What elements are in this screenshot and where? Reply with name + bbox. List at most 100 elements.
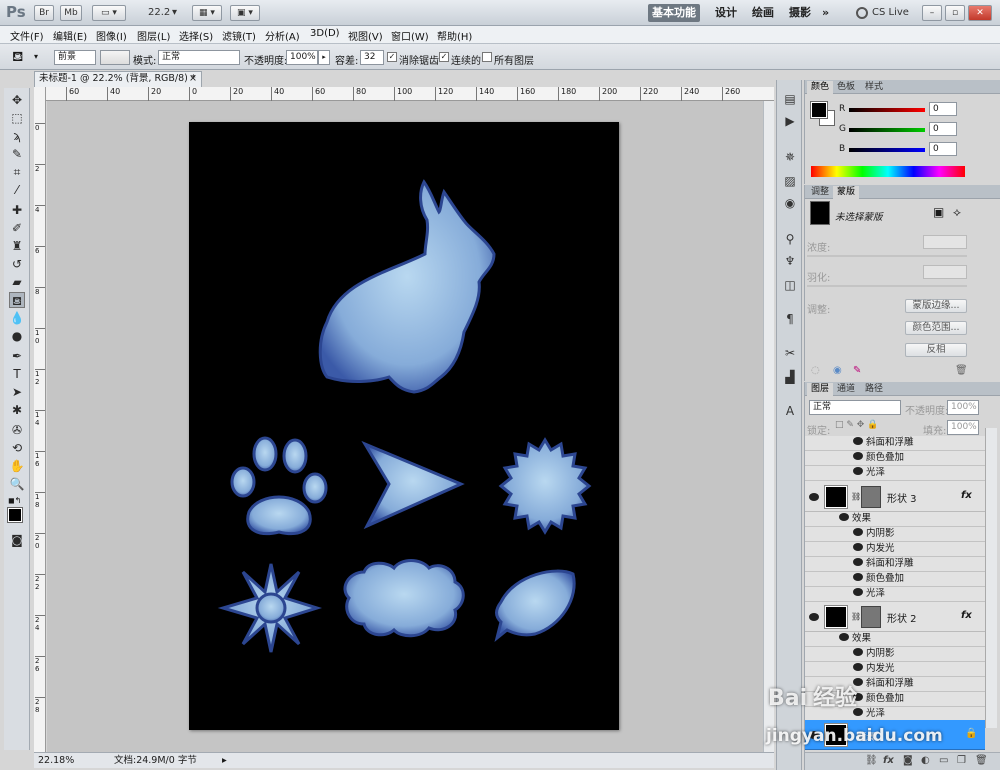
- effect-visibility-icon[interactable]: [853, 648, 863, 656]
- tolerance-input[interactable]: 32: [360, 50, 384, 65]
- minimize-button[interactable]: –: [922, 5, 942, 21]
- tab-paths[interactable]: 路径: [861, 383, 887, 396]
- opacity-slider-icon[interactable]: ▸: [318, 50, 330, 65]
- quick-mask-icon[interactable]: ◙: [9, 532, 25, 548]
- tab-swatches[interactable]: 色板: [833, 81, 859, 94]
- screen-mode-button[interactable]: ▣ ▾: [230, 5, 260, 21]
- mode-select[interactable]: 正常: [158, 50, 240, 65]
- effect-visibility-icon[interactable]: [839, 513, 849, 521]
- dodge-tool-icon[interactable]: ●: [9, 328, 25, 344]
- menu-window[interactable]: 窗口(W): [391, 28, 429, 43]
- layer-shape-2[interactable]: ⛓ 形状 2 fx: [805, 602, 985, 632]
- effects-group-row[interactable]: 效果: [805, 632, 985, 647]
- contiguous-checkbox[interactable]: ✓: [439, 52, 449, 62]
- effect-visibility-icon[interactable]: [853, 588, 863, 596]
- b-slider[interactable]: [849, 148, 925, 152]
- vector-mask-icon[interactable]: ⟡: [953, 205, 961, 220]
- layer-effect-row[interactable]: 光泽: [805, 587, 985, 602]
- 3d-rotate-icon[interactable]: ✇: [9, 422, 25, 438]
- fx-icon[interactable]: fx: [961, 610, 972, 621]
- tool-presets-icon[interactable]: ◫: [781, 276, 799, 294]
- effect-visibility-icon[interactable]: [853, 528, 863, 536]
- b-value[interactable]: 0: [929, 142, 957, 156]
- character-panel-icon[interactable]: ✂: [781, 344, 799, 362]
- pixel-mask-icon[interactable]: ▣: [933, 205, 944, 219]
- menu-view[interactable]: 视图(V): [348, 28, 383, 43]
- status-zoom[interactable]: 22.18%: [38, 754, 74, 768]
- color-spectrum-bar[interactable]: [811, 166, 965, 177]
- layers-scrollbar[interactable]: [985, 428, 997, 728]
- zoom-level[interactable]: 22.2: [148, 7, 170, 18]
- marquee-tool-icon[interactable]: ⬚: [9, 110, 25, 126]
- eyedropper-tool-icon[interactable]: ⁄: [9, 182, 25, 198]
- layer-effect-row[interactable]: 内发光: [805, 542, 985, 557]
- layer-opacity-input[interactable]: 100%: [947, 400, 979, 415]
- menu-filter[interactable]: 滤镜(T): [222, 28, 256, 43]
- bridge-button[interactable]: Br: [34, 5, 54, 21]
- hand-tool-icon[interactable]: ✋: [9, 458, 25, 474]
- tool-preset-dropdown-icon[interactable]: ▾: [34, 52, 38, 61]
- feather-slider[interactable]: [807, 285, 967, 287]
- pen-tool-icon[interactable]: ✒: [9, 348, 25, 364]
- actions-panel-icon[interactable]: ▶: [781, 112, 799, 130]
- disable-mask-icon[interactable]: ✎: [853, 365, 861, 376]
- lock-icons[interactable]: □ ✎ ✥ 🔒: [835, 420, 878, 430]
- view-mask-icon[interactable]: ◉: [833, 365, 842, 376]
- quick-select-tool-icon[interactable]: ✎: [9, 146, 25, 162]
- menu-file[interactable]: 文件(F): [10, 28, 44, 43]
- fx-icon[interactable]: fx: [961, 490, 972, 501]
- layer-effect-row[interactable]: 光泽: [805, 466, 985, 481]
- density-input[interactable]: [923, 235, 967, 249]
- effect-visibility-icon[interactable]: [853, 452, 863, 460]
- foreground-color-swatch[interactable]: [7, 507, 23, 523]
- effects-group-row[interactable]: 效果: [805, 512, 985, 527]
- new-group-icon[interactable]: ▭: [939, 755, 948, 766]
- color-range-button[interactable]: 颜色范围...: [905, 321, 967, 335]
- info-panel-icon[interactable]: ▟: [781, 368, 799, 386]
- adjustment-layer-icon[interactable]: ◐: [921, 755, 930, 766]
- r-slider[interactable]: [849, 108, 925, 112]
- effect-visibility-icon[interactable]: [839, 633, 849, 641]
- cs-live-label[interactable]: CS Live: [872, 7, 909, 18]
- fill-source-select[interactable]: 前景: [54, 50, 96, 65]
- menu-image[interactable]: 图像(I): [96, 28, 127, 43]
- brush-presets-icon[interactable]: ⚲: [781, 230, 799, 248]
- paragraph-panel-icon[interactable]: ¶: [781, 310, 799, 328]
- tab-styles[interactable]: 样式: [861, 81, 887, 94]
- healing-brush-icon[interactable]: ✚: [9, 202, 25, 218]
- blend-mode-select[interactable]: 正常: [809, 400, 901, 415]
- navigator-panel-icon[interactable]: ◉: [781, 194, 799, 212]
- history-panel-icon[interactable]: ▤: [781, 90, 799, 108]
- default-colors-icon[interactable]: ◼↰: [8, 496, 21, 505]
- measure-panel-icon[interactable]: ▨: [781, 172, 799, 190]
- effect-visibility-icon[interactable]: [853, 543, 863, 551]
- layer-visibility-icon[interactable]: [809, 493, 819, 501]
- document-canvas[interactable]: [189, 122, 619, 730]
- opacity-input[interactable]: 100%: [286, 50, 318, 65]
- menu-edit[interactable]: 编辑(E): [53, 28, 87, 43]
- g-slider[interactable]: [849, 128, 925, 132]
- layer-effect-row[interactable]: 斜面和浮雕: [805, 436, 985, 451]
- workspace-photography[interactable]: 摄影: [785, 4, 815, 22]
- tab-color[interactable]: 颜色: [807, 81, 834, 94]
- lasso-tool-icon[interactable]: ϡ: [9, 128, 25, 144]
- type-panel-icon[interactable]: A: [781, 402, 799, 420]
- tab-channels[interactable]: 通道: [833, 383, 859, 396]
- shape-tool-icon[interactable]: ✱: [9, 402, 25, 418]
- layer-effect-row[interactable]: 内阴影: [805, 647, 985, 662]
- menu-select[interactable]: 选择(S): [179, 28, 213, 43]
- effect-visibility-icon[interactable]: [853, 437, 863, 445]
- layer-visibility-icon[interactable]: [809, 613, 819, 621]
- layer-effect-row[interactable]: 斜面和浮雕: [805, 557, 985, 572]
- path-select-icon[interactable]: ➤: [9, 384, 25, 400]
- layer-effect-row[interactable]: 颜色叠加: [805, 572, 985, 587]
- g-value[interactable]: 0: [929, 122, 957, 136]
- fill-input[interactable]: 100%: [947, 420, 979, 435]
- load-selection-icon[interactable]: ◌: [811, 365, 820, 376]
- close-tab-icon[interactable]: ×: [189, 72, 197, 86]
- new-layer-icon[interactable]: ❐: [957, 755, 966, 766]
- r-value[interactable]: 0: [929, 102, 957, 116]
- blur-tool-icon[interactable]: 💧: [9, 310, 25, 326]
- pattern-picker[interactable]: [100, 50, 130, 65]
- cs-live-icon[interactable]: [856, 7, 868, 19]
